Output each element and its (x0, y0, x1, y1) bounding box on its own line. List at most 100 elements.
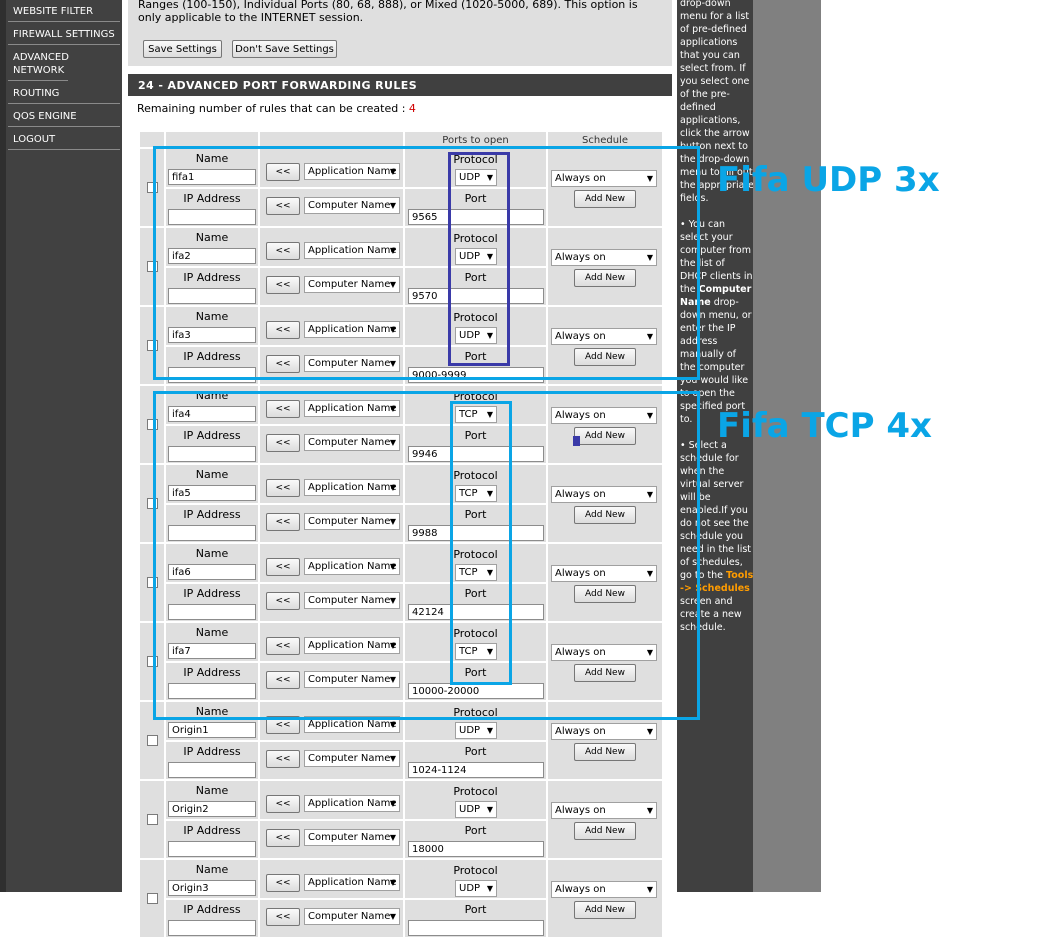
protocol-cell: Protocol UDP ▼ (404, 859, 547, 899)
computer-name-value: Computer Name (308, 753, 391, 764)
table-row: Name Origin2 IP Address << Application N… (139, 780, 663, 859)
udp-rules-highlight-box (153, 146, 700, 380)
protocol-select[interactable]: UDP ▼ (455, 801, 497, 818)
fill-app-arrow-button[interactable]: << (266, 874, 300, 892)
save-settings-button[interactable]: Save Settings (143, 40, 222, 58)
cursor-marker (573, 436, 580, 446)
ports-help-text: Ranges (100-150), Individual Ports (80, … (138, 0, 638, 24)
port-input[interactable]: 1024-1124 (408, 762, 544, 778)
schedule-cell: Always on ▼ Add New (547, 780, 663, 859)
table-row: Name Origin3 IP Address << Application N… (139, 859, 663, 938)
computer-name-select[interactable]: Computer Name ▼ (304, 750, 400, 767)
port-label: Port (464, 745, 487, 758)
protocol-value: UDP (459, 804, 481, 815)
settings-top-box: Ranges (100-150), Individual Ports (80, … (128, 0, 672, 66)
left-nav-edge (0, 0, 6, 892)
schedule-value: Always on (555, 805, 606, 816)
enable-checkbox[interactable] (147, 735, 158, 746)
nav-logout[interactable]: LOGOUT (8, 132, 120, 150)
nav-website-filter[interactable]: WEBSITE FILTER (8, 4, 120, 22)
nav-firewall-settings[interactable]: FIREWALL SETTINGS (8, 27, 120, 45)
port-input[interactable] (408, 920, 544, 936)
application-name-select[interactable]: Application Name ▼ (304, 874, 400, 891)
enable-checkbox[interactable] (147, 814, 158, 825)
computer-name-value: Computer Name (308, 832, 391, 843)
ip-input[interactable] (168, 920, 256, 936)
remaining-label: Remaining number of rules that can be cr… (137, 102, 406, 115)
fill-computer-arrow-button[interactable]: << (266, 750, 300, 768)
chevron-down-icon: ▼ (486, 805, 493, 814)
computer-name-select[interactable]: Computer Name ▼ (304, 908, 400, 925)
ip-input[interactable] (168, 762, 256, 778)
protocol-label: Protocol (453, 785, 498, 798)
protocol-select[interactable]: UDP ▼ (455, 880, 497, 897)
app-cell: << Application Name ▼ (259, 859, 404, 899)
add-new-schedule-button[interactable]: Add New (574, 822, 636, 840)
ip-label: IP Address (183, 903, 241, 916)
protocol-value: UDP (459, 725, 481, 736)
check-cell (139, 780, 165, 859)
protocol-value: UDP (459, 883, 481, 894)
dont-save-settings-button[interactable]: Don't Save Settings (232, 40, 337, 58)
protocol-label: Protocol (453, 864, 498, 877)
port-label: Port (464, 903, 487, 916)
check-cell (139, 859, 165, 938)
schedule-value: Always on (555, 884, 606, 895)
ip-input[interactable] (168, 841, 256, 857)
fill-computer-arrow-button[interactable]: << (266, 908, 300, 926)
computer-cell: << Computer Name ▼ (259, 820, 404, 859)
schedule-select[interactable]: Always on ▼ (551, 881, 657, 898)
name-label: Name (195, 863, 229, 876)
remaining-count: 4 (408, 102, 416, 115)
port-label: Port (464, 824, 487, 837)
name-label: Name (195, 784, 229, 797)
name-cell: Name Origin3 (165, 859, 259, 899)
chevron-down-icon: ▼ (646, 727, 653, 736)
port-cell: Port 18000 (404, 820, 547, 859)
name-input[interactable]: Origin2 (168, 801, 256, 817)
chevron-down-icon: ▼ (389, 878, 396, 887)
chevron-down-icon: ▼ (389, 912, 396, 921)
schedule-cell: Always on ▼ Add New (547, 859, 663, 938)
remaining-rules: Remaining number of rules that can be cr… (137, 102, 416, 115)
ip-cell: IP Address (165, 899, 259, 938)
nav-routing[interactable]: ROUTING (8, 86, 120, 104)
port-cell: Port 1024-1124 (404, 741, 547, 780)
port-cell: Port (404, 899, 547, 938)
ip-label: IP Address (183, 745, 241, 758)
chevron-down-icon: ▼ (646, 885, 653, 894)
application-name-value: Application Name (308, 798, 397, 809)
chevron-down-icon: ▼ (389, 754, 396, 763)
nav-qos-engine[interactable]: QOS ENGINE (8, 109, 120, 127)
computer-name-select[interactable]: Computer Name ▼ (304, 829, 400, 846)
add-new-schedule-button[interactable]: Add New (574, 901, 636, 919)
computer-name-value: Computer Name (308, 911, 391, 922)
schedule-select[interactable]: Always on ▼ (551, 802, 657, 819)
schedule-select[interactable]: Always on ▼ (551, 723, 657, 740)
computer-cell: << Computer Name ▼ (259, 741, 404, 780)
chevron-down-icon: ▼ (486, 884, 493, 893)
protocol-cell: Protocol UDP ▼ (404, 780, 547, 820)
chevron-down-icon: ▼ (389, 799, 396, 808)
chevron-down-icon: ▼ (486, 726, 493, 735)
computer-cell: << Computer Name ▼ (259, 899, 404, 938)
add-new-schedule-button[interactable]: Add New (574, 743, 636, 761)
udp-protocol-highlight-box (448, 152, 510, 366)
grey-strip (753, 0, 821, 892)
fill-computer-arrow-button[interactable]: << (266, 829, 300, 847)
tcp-protocol-highlight-box (450, 401, 512, 685)
fill-app-arrow-button[interactable]: << (266, 795, 300, 813)
port-input[interactable]: 18000 (408, 841, 544, 857)
tcp-annotation-label: Fifa TCP 4x (717, 406, 932, 446)
name-input[interactable]: Origin3 (168, 880, 256, 896)
chevron-down-icon: ▼ (389, 833, 396, 842)
application-name-select[interactable]: Application Name ▼ (304, 795, 400, 812)
chevron-down-icon: ▼ (646, 806, 653, 815)
enable-checkbox[interactable] (147, 893, 158, 904)
ip-cell: IP Address (165, 820, 259, 859)
schedule-value: Always on (555, 726, 606, 737)
name-input[interactable]: Origin1 (168, 722, 256, 738)
nav-advanced-network[interactable]: ADVANCED NETWORK (8, 50, 69, 81)
tcp-rules-highlight-box (153, 391, 700, 720)
protocol-select[interactable]: UDP ▼ (455, 722, 497, 739)
